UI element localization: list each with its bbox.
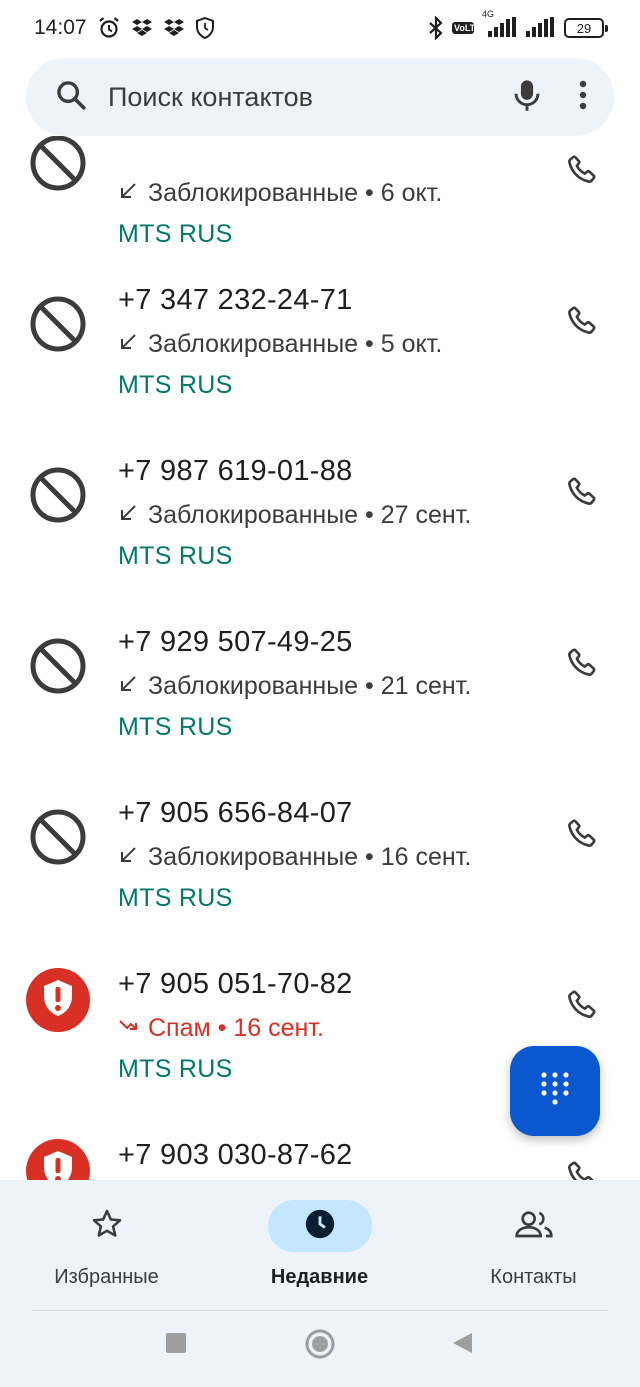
search-icon [54, 78, 88, 117]
blocked-icon [26, 292, 90, 356]
signal-icon-2 [526, 17, 556, 39]
call-number: +7 905 051-70-82 [118, 968, 353, 1000]
call-button[interactable] [562, 813, 602, 853]
call-number: +7 929 507-49-25 [118, 626, 353, 658]
recents-square-icon[interactable] [165, 1332, 187, 1359]
incoming-arrow-icon [118, 672, 138, 701]
call-number: +7 987 619-01-88 [118, 455, 353, 487]
battery-level: 29 [576, 20, 592, 36]
blocked-icon [26, 463, 90, 527]
carrier-label: MTS RUS [118, 884, 233, 912]
carrier-label: MTS RUS [118, 542, 233, 570]
back-triangle-icon[interactable] [451, 1331, 473, 1360]
call-row[interactable]: +7 987 619-01-88 Заблокированные • 27 се… [0, 453, 640, 624]
spam-alert-icon [26, 968, 90, 1032]
home-circle-icon[interactable] [304, 1328, 336, 1365]
dropbox-icon-2 [163, 18, 185, 38]
call-button[interactable] [562, 300, 602, 340]
alarm-icon [97, 16, 121, 40]
carrier-label: MTS RUS [118, 220, 233, 248]
call-detail: Заблокированные • 27 сент. [118, 501, 471, 530]
status-time: 14:07 [34, 16, 87, 39]
system-navigation-bar [0, 1328, 640, 1372]
incoming-arrow-icon [118, 843, 138, 872]
network-type: 4G [482, 9, 495, 19]
call-row[interactable]: +7 347 232-24-71 Заблокированные • 5 окт… [0, 282, 640, 453]
shield-icon [195, 17, 215, 39]
call-row[interactable]: Заблокированные • 6 окт. MTS RUS [0, 136, 640, 248]
call-button[interactable] [562, 984, 602, 1024]
tab-contacts-label: Контакты [490, 1266, 577, 1288]
call-row[interactable]: +7 905 656-84-07 Заблокированные • 16 се… [0, 795, 640, 966]
bottom-navigation: Избранные Недавние Контакты [0, 1180, 640, 1387]
tab-contacts[interactable]: Контакты [427, 1200, 640, 1289]
dialpad-icon [539, 1071, 571, 1112]
tab-recents[interactable]: Недавние [213, 1200, 426, 1289]
incoming-arrow-icon [118, 179, 138, 208]
call-detail-text: Заблокированные • 21 сент. [148, 672, 472, 700]
call-detail-text: Спам • 16 сент. [148, 1014, 324, 1042]
call-button[interactable] [562, 1155, 602, 1180]
missed-call-icon [118, 1014, 138, 1043]
dropbox-icon [131, 18, 153, 38]
search-input[interactable]: Поиск контактов [108, 82, 512, 113]
call-number: +7 903 030-87-62 [118, 1139, 353, 1171]
call-detail: Заблокированные • 21 сент. [118, 672, 471, 701]
clock-icon [303, 1207, 337, 1246]
volte-badge: VoLTE [452, 22, 482, 34]
call-detail: Заблокированные • 16 сент. [118, 843, 471, 872]
call-detail-text: Заблокированные • 6 окт. [148, 179, 443, 207]
carrier-label: MTS RUS [118, 371, 233, 399]
call-row[interactable]: +7 929 507-49-25 Заблокированные • 21 се… [0, 624, 640, 795]
mic-icon[interactable] [512, 78, 542, 117]
call-number: +7 347 232-24-71 [118, 284, 353, 316]
bluetooth-icon [428, 16, 444, 40]
call-button[interactable] [562, 471, 602, 511]
call-row[interactable]: +7 903 030-87-62 [0, 1137, 640, 1180]
call-list: Заблокированные • 6 окт. MTS RUS +7 347 … [0, 136, 640, 1180]
tab-favorites[interactable]: Избранные [0, 1200, 213, 1289]
more-options-icon[interactable] [578, 80, 588, 115]
spam-alert-icon [26, 1139, 90, 1180]
carrier-label: MTS RUS [118, 713, 233, 741]
carrier-label: MTS RUS [118, 1055, 233, 1083]
call-detail: Спам • 16 сент. [118, 1014, 324, 1043]
call-detail: Заблокированные • 6 окт. [118, 179, 442, 208]
blocked-icon [26, 634, 90, 698]
status-bar: 14:07 VoLTE 4G 29 [0, 0, 640, 56]
tab-favorites-label: Избранные [54, 1266, 159, 1288]
incoming-arrow-icon [118, 501, 138, 530]
dialpad-button[interactable] [510, 1046, 600, 1136]
star-icon [90, 1207, 124, 1246]
call-detail-text: Заблокированные • 27 сент. [148, 501, 472, 529]
blocked-icon [26, 805, 90, 869]
call-number: +7 905 656-84-07 [118, 797, 353, 829]
signal-icon: 4G [482, 9, 518, 39]
tab-recents-label: Недавние [270, 1266, 369, 1288]
call-button[interactable] [562, 149, 602, 189]
call-button[interactable] [562, 642, 602, 682]
incoming-arrow-icon [118, 330, 138, 359]
call-detail-text: Заблокированные • 5 окт. [148, 330, 443, 358]
people-icon [514, 1207, 554, 1246]
call-detail: Заблокированные • 5 окт. [118, 330, 442, 359]
search-bar[interactable]: Поиск контактов [26, 58, 614, 136]
call-detail-text: Заблокированные • 16 сент. [148, 843, 472, 871]
blocked-icon [26, 136, 90, 195]
battery-icon: 29 [564, 18, 608, 38]
divider [32, 1310, 608, 1311]
